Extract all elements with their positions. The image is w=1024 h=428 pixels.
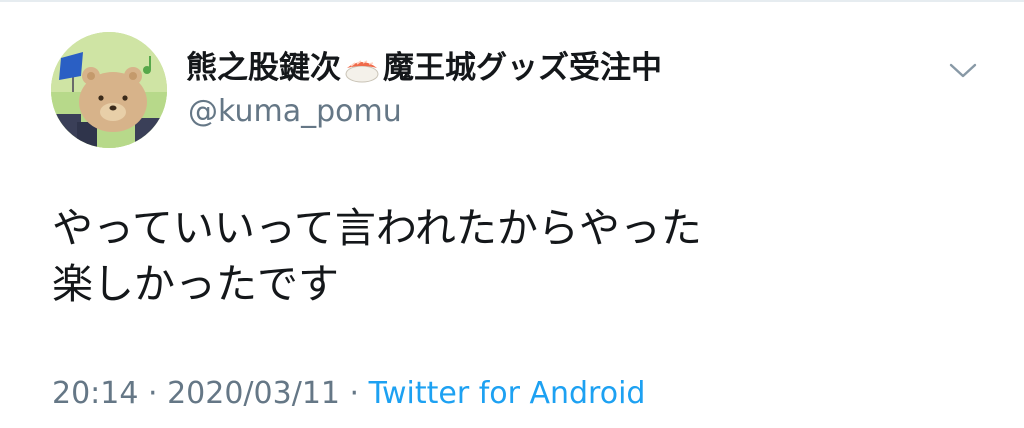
- author-display-name[interactable]: 熊之股鍵次 魔王城グッズ受注中: [186, 48, 662, 88]
- tweet-date[interactable]: 2020/03/11: [167, 376, 340, 411]
- meta-separator: ·: [138, 376, 168, 411]
- meta-separator: ·: [340, 376, 369, 411]
- tweet-card: 熊之股鍵次 魔王城グッズ受注中 @kuma_pomu やっていいって言われたから…: [0, 0, 1024, 428]
- divider: [0, 0, 1024, 2]
- display-name-suffix: 魔王城グッズ受注中: [383, 50, 662, 86]
- tweet-time[interactable]: 20:14: [52, 376, 138, 411]
- tweet-source-link[interactable]: Twitter for Android: [369, 376, 646, 411]
- tweet-meta: 20:14 · 2020/03/11 · Twitter for Android: [52, 374, 645, 414]
- author-handle[interactable]: @kuma_pomu: [188, 92, 402, 132]
- tweet-text: やっていいって言われたからやった 楽しかったです: [52, 200, 702, 312]
- chevron-down-icon[interactable]: [948, 58, 978, 82]
- tweet-text-line: やっていいって言われたからやった: [52, 204, 702, 252]
- tweet-text-line: 楽しかったです: [52, 260, 339, 308]
- sushi-icon: [343, 52, 381, 84]
- bear-avatar-icon[interactable]: [51, 32, 167, 148]
- display-name-text: 熊之股鍵次: [186, 50, 341, 86]
